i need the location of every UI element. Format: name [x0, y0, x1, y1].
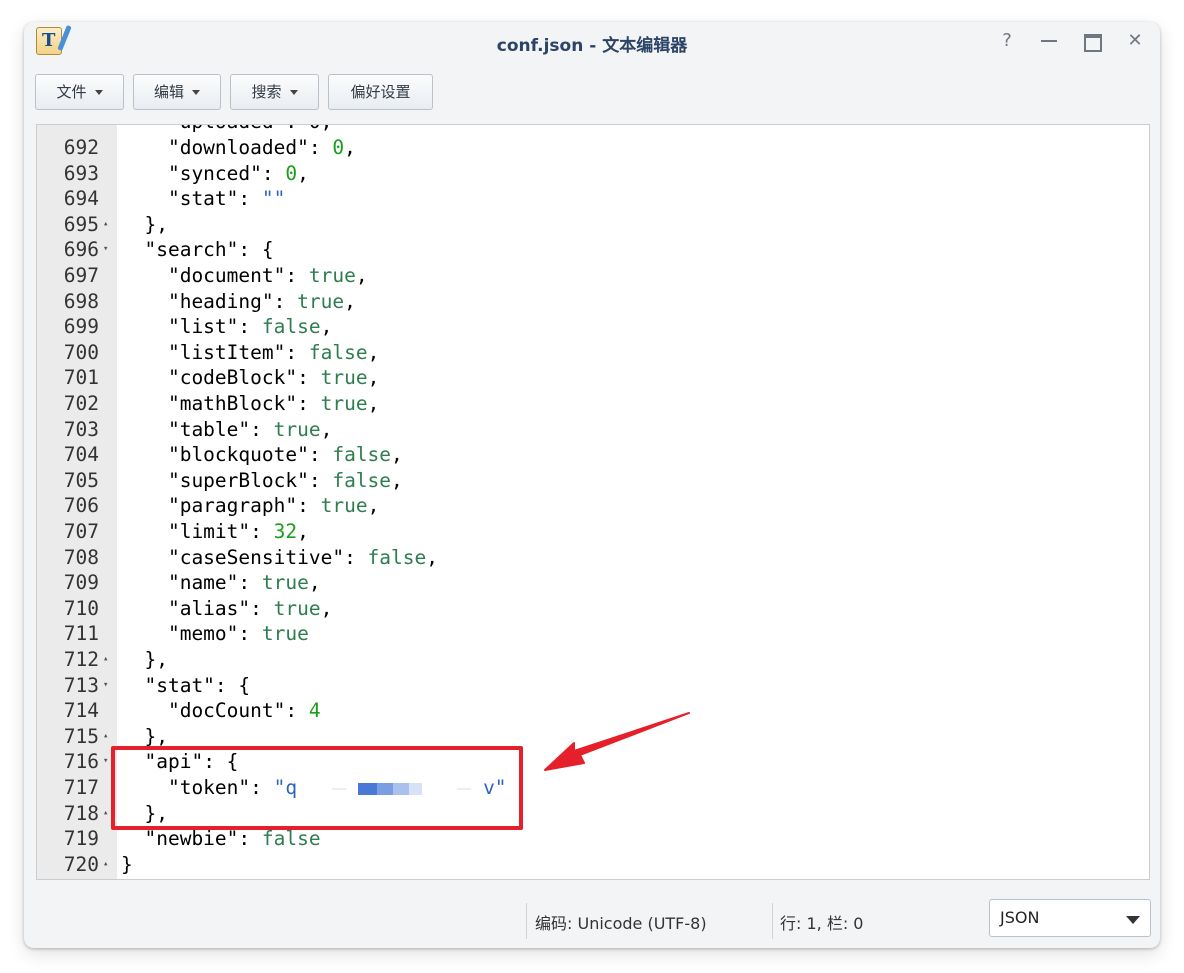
red-arrow-shape: [544, 712, 690, 771]
red-arrow-annotation: [544, 712, 690, 771]
